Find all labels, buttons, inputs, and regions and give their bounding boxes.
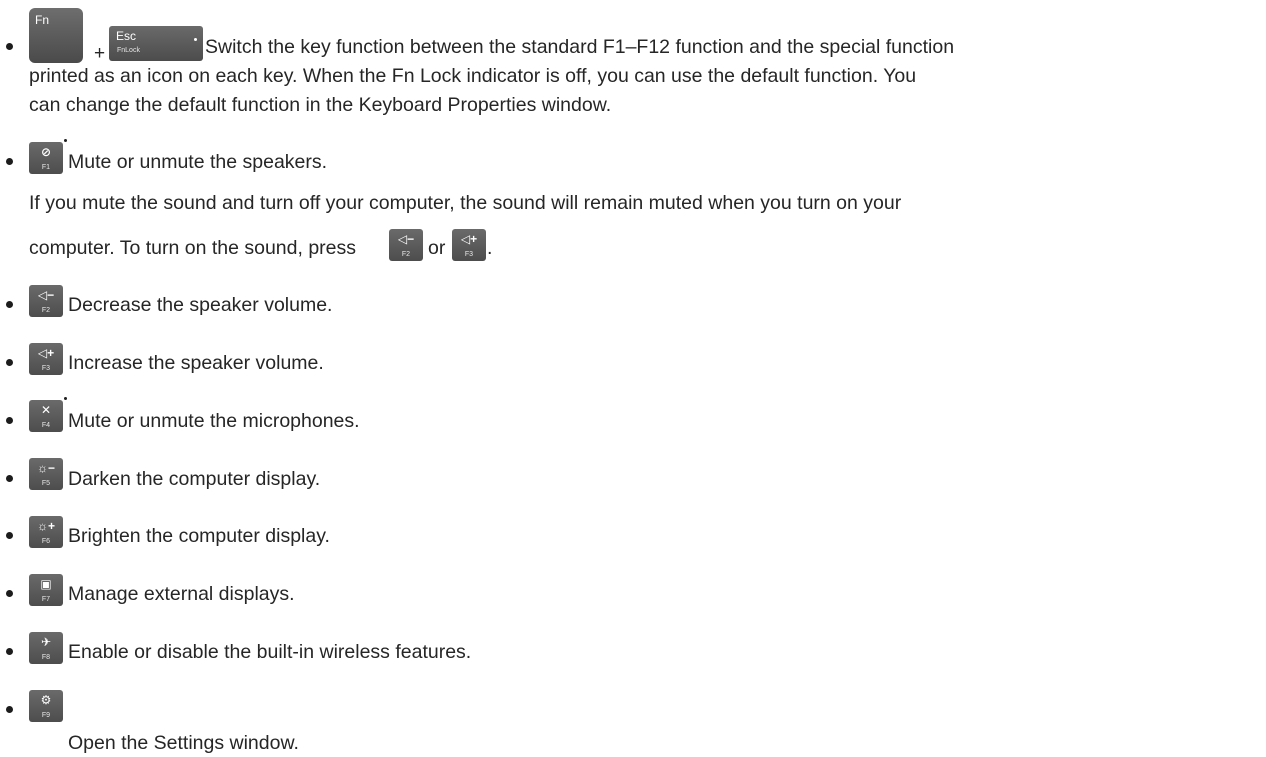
fn-key-icon: Fn [29, 8, 83, 63]
volume-down-icon: ◁− F2 [29, 285, 63, 317]
esc-fnlock-key-icon: Esc FnLock [109, 26, 203, 61]
volume-down-icon: ◁− F2 [389, 229, 423, 261]
f5-description: Darken the computer display. [68, 468, 321, 490]
mute-note-end: . [487, 237, 493, 259]
bullet [6, 532, 13, 539]
speaker-mute-icon: ⊘ F1 [29, 139, 67, 174]
microphone-mute-icon: ✕ F4 [29, 397, 67, 432]
fnlock-description-line-2: printed as an icon on each key. When the… [29, 65, 917, 87]
plus-sign: + [94, 43, 106, 64]
f7-description: Manage external displays. [68, 583, 295, 605]
fnlock-description-line-3: can change the default function in the K… [29, 94, 612, 116]
brightness-up-icon: ☼+ F6 [29, 516, 63, 548]
settings-gear-icon: ⚙ F9 [29, 690, 63, 722]
f4-description: Mute or unmute the microphones. [68, 410, 360, 432]
f9-description: Open the Settings window. [68, 732, 299, 754]
bullet [6, 158, 13, 165]
fnlock-description-line-1: Switch the key function between the stan… [205, 36, 955, 58]
bullet [6, 301, 13, 308]
fn-key-label: Fn [35, 13, 50, 27]
volume-up-icon: ◁+ F3 [452, 229, 486, 261]
esc-key-label: Esc [116, 29, 137, 43]
f2-description: Decrease the speaker volume. [68, 294, 333, 316]
mute-note-line-2: computer. To turn on the sound, press [29, 237, 357, 259]
bullet [6, 417, 13, 424]
bullet [6, 648, 13, 655]
bullet [6, 590, 13, 597]
external-display-icon: ▣ F7 [29, 574, 63, 606]
bullet [6, 359, 13, 366]
bullet [6, 706, 13, 713]
bullet [6, 43, 13, 50]
fnlock-indicator-icon [194, 38, 197, 41]
brightness-down-icon: ☼− F5 [29, 458, 63, 490]
wireless-off-icon: ✈ F8 [29, 632, 63, 664]
f3-description: Increase the speaker volume. [68, 352, 324, 374]
mute-note-or: or [428, 237, 446, 259]
f8-description: Enable or disable the built-in wireless … [68, 641, 472, 663]
mute-note-line-1: If you mute the sound and turn off your … [29, 192, 902, 214]
function-keys-list: Fn + Esc FnLock Switch the key function … [0, 0, 1266, 757]
volume-up-icon: ◁+ F3 [29, 343, 63, 375]
fnlock-key-label: FnLock [117, 47, 140, 54]
bullet [6, 475, 13, 482]
f6-description: Brighten the computer display. [68, 525, 330, 547]
f1-description: Mute or unmute the speakers. [68, 151, 328, 173]
indicator-dot-icon [64, 139, 67, 142]
indicator-dot-icon [64, 397, 67, 400]
